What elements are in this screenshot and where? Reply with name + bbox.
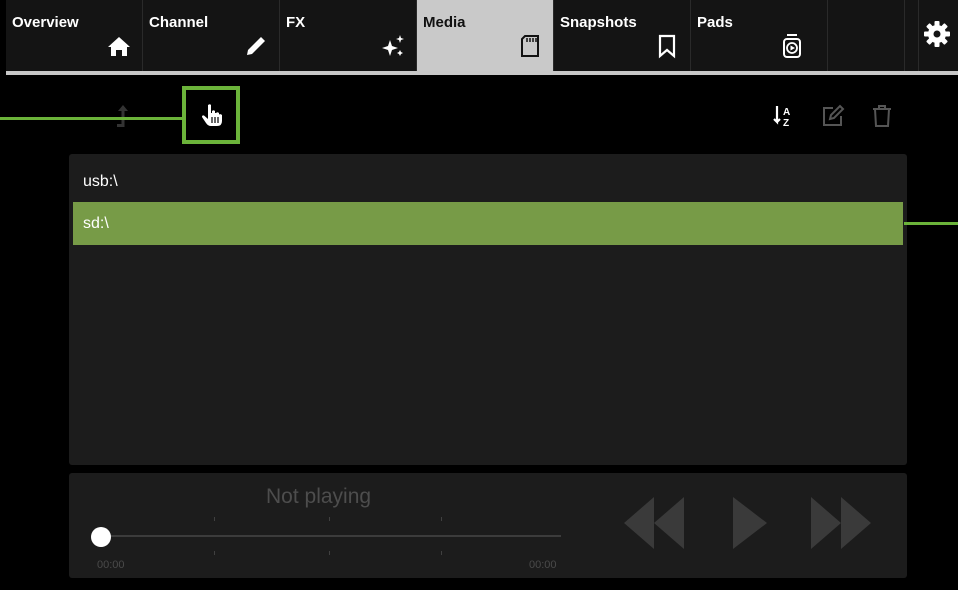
progress-tick [441, 551, 442, 555]
settings-button[interactable] [918, 0, 958, 71]
rewind-icon[interactable] [622, 493, 686, 553]
progress-knob[interactable] [91, 527, 111, 547]
edit-icon[interactable] [819, 102, 847, 130]
gear-icon [924, 21, 950, 47]
bookmark-icon [658, 34, 676, 59]
progress-track[interactable] [99, 535, 561, 537]
folder-up-icon[interactable] [111, 102, 135, 130]
hand-pointer-icon [202, 104, 222, 126]
mixer-app: Overview Channel FX Media Snapshots Pads… [0, 0, 958, 590]
tab-label: FX [286, 14, 306, 31]
trash-icon[interactable] [868, 102, 896, 130]
sparkle-icon [382, 35, 404, 56]
pencil-icon [247, 37, 265, 55]
progress-tick [214, 551, 215, 555]
tab-pads[interactable]: Pads [691, 0, 828, 71]
playback-status: Not playing [266, 485, 372, 508]
tab-snapshots[interactable]: Snapshots [554, 0, 691, 71]
file-list: usb:\ sd:\ [69, 154, 907, 465]
play-icon[interactable] [729, 493, 771, 553]
pad-icon [783, 34, 801, 58]
tab-overview[interactable]: Overview [6, 0, 143, 71]
progress-tick [441, 517, 442, 521]
elapsed-time: 00:00 [97, 559, 125, 571]
progress-tick [214, 517, 215, 521]
sort-az-icon[interactable]: A Z [770, 102, 798, 130]
tab-label: Snapshots [560, 14, 637, 31]
progress-tick [329, 551, 330, 555]
tab-empty [828, 0, 905, 71]
tab-label: Media [423, 14, 466, 31]
progress-tick [329, 517, 330, 521]
tab-label: Channel [149, 14, 209, 31]
tab-label: Pads [697, 14, 733, 31]
callout-line [0, 117, 182, 120]
file-name: usb:\ [83, 173, 118, 190]
tab-channel[interactable]: Channel [143, 0, 280, 71]
svg-text:A: A [783, 107, 790, 118]
tab-fx[interactable]: FX [280, 0, 417, 71]
sd-card-icon [521, 35, 539, 57]
media-screen: Overview Channel FX Media Snapshots Pads… [0, 0, 958, 590]
select-mode-button[interactable] [182, 86, 240, 144]
file-row-usb[interactable]: usb:\ [73, 160, 903, 203]
tab-media[interactable]: Media [417, 0, 554, 71]
callout-line [904, 222, 958, 225]
tab-label: Overview [12, 14, 79, 31]
media-player: Not playing 00:00 00:00 [69, 473, 907, 578]
home-icon [108, 37, 130, 56]
total-time: 00:00 [529, 559, 557, 571]
fast-forward-icon[interactable] [809, 493, 873, 553]
file-name: sd:\ [83, 215, 109, 232]
svg-text:Z: Z [783, 118, 789, 129]
file-row-sd[interactable]: sd:\ [73, 202, 903, 245]
tab-bar: Overview Channel FX Media Snapshots Pads [6, 0, 958, 75]
